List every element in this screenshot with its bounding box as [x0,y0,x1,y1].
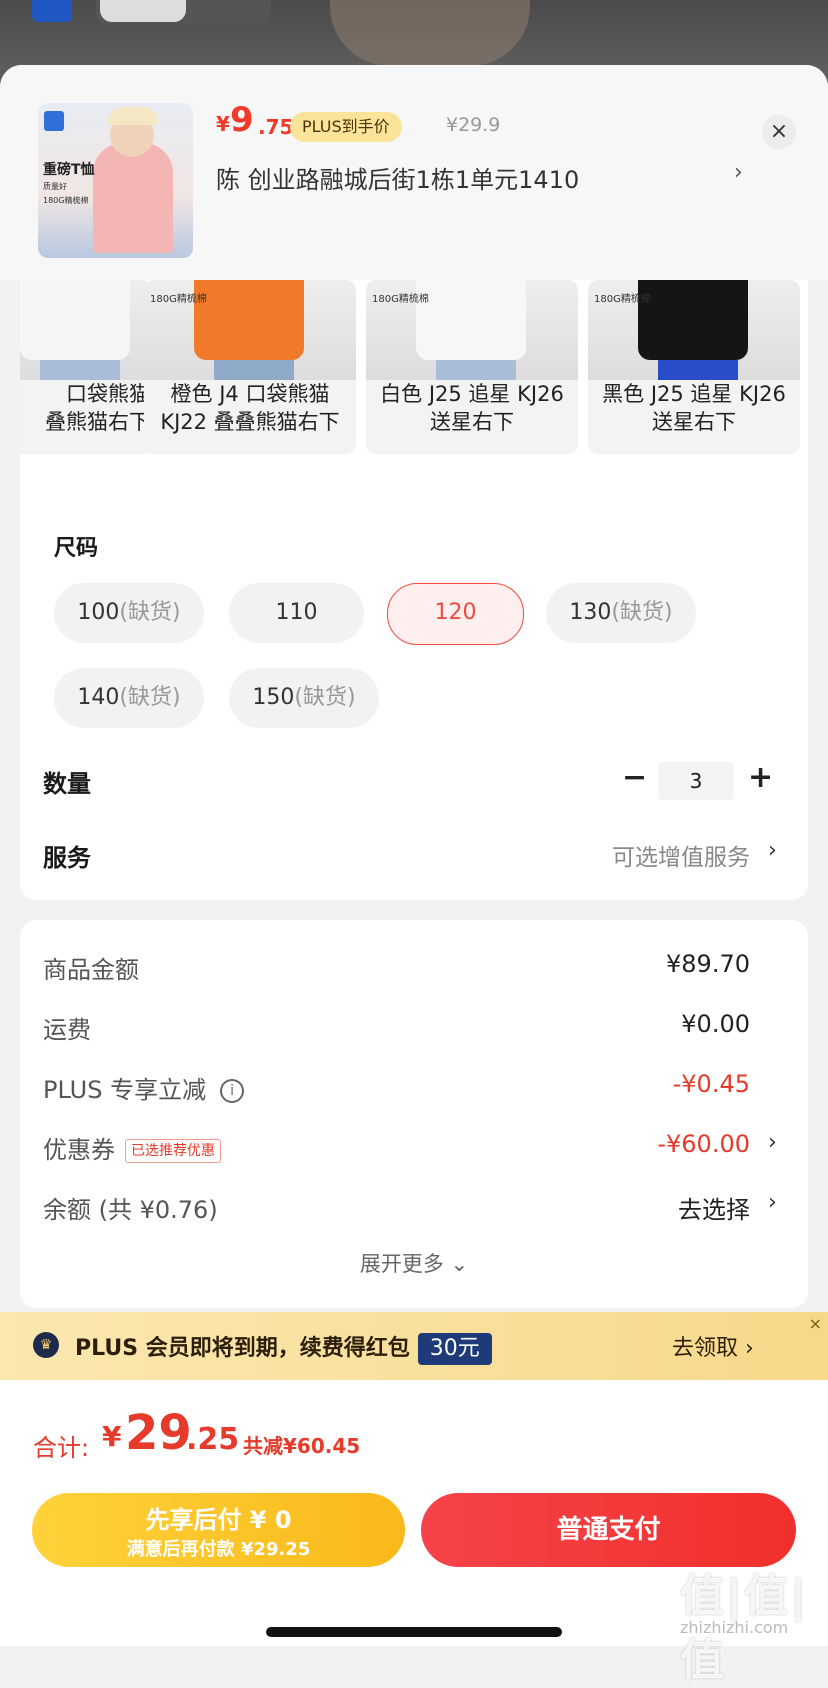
gallery-image [330,0,530,66]
shirt-swatch [194,280,304,360]
close-button[interactable]: × [762,115,796,149]
watermark-url: zhizhizhi.com [680,1618,789,1637]
service-value[interactable]: 可选增值服务 [612,838,750,872]
crown-icon: ♛ [33,1332,59,1358]
plus-price-tag: PLUS到手价 [290,112,402,142]
gallery-tabs [96,0,271,26]
color-label: 白色 J25 追星 KJ26 送星右下 [380,382,564,434]
product-thumbnail: 重磅T恤 质量好 180G精梳棉 [38,103,193,258]
balance-chevron-icon[interactable]: › [768,1190,777,1215]
total-currency: ¥ [102,1420,122,1453]
service-chevron-icon[interactable]: › [768,838,777,863]
quantity-plus-button[interactable]: + [748,760,773,795]
price-currency: ¥ [216,112,230,136]
shirt-swatch [638,280,748,360]
coupon-recommended-tag: 已选推荐优惠 [125,1139,221,1163]
address-chevron-icon[interactable]: › [734,160,743,185]
plus-renewal-banner[interactable]: ♛ PLUS 会员即将到期，续费得红包 30元 去领取 › × [0,1312,828,1380]
quantity-label: 数量 [43,770,91,798]
normal-pay-button[interactable]: 普通支付 [421,1493,796,1567]
color-spec: 180G精梳棉 [372,294,429,305]
tab-gallery[interactable] [100,0,186,22]
pants-swatch [436,360,516,380]
color-option-2[interactable]: 180G精梳棉 白色 J25 追星 KJ26 送星右下 [366,280,578,454]
banner-reward-pill: 30元 [417,1333,492,1365]
coupon-value[interactable]: -¥60.00 [657,1130,750,1158]
quantity-input[interactable]: 3 [658,762,734,800]
size-option-130[interactable]: 130(缺货) [546,583,696,643]
shirt-swatch [20,280,130,360]
color-spec: 180G精梳棉 [150,294,207,305]
color-spec: 180G精梳棉 [594,294,651,305]
color-option-0[interactable]: 口袋熊猫 叠熊猫右下 [20,280,152,454]
color-label: 橙色 J4 口袋熊猫 KJ22 叠叠熊猫右下 [160,382,340,434]
expand-more-link[interactable]: 展开更多 ⌄ [0,1248,828,1278]
price-decimal: .75 [258,115,294,139]
thumb-line2: 180G精梳棉 [43,196,89,205]
banner-close-icon[interactable]: × [809,1314,822,1333]
total-label: 合计: [33,1434,90,1462]
delivery-address[interactable]: 陈 创业路融城后街1栋1单元1410 [216,160,579,195]
balance-label: 余额 (共 ¥0.76) [43,1196,218,1224]
thumb-title: 重磅T恤 [43,162,95,178]
color-label: 黑色 J25 追星 KJ26 送星右下 [602,382,786,434]
shirt-swatch [416,280,526,360]
thumb-line1: 质量好 [43,182,67,191]
size-option-120[interactable]: 120 [387,583,524,645]
size-option-140[interactable]: 140(缺货) [54,668,204,728]
original-price: ¥29.9 [446,114,501,136]
goods-amount-label: 商品金额 [43,956,139,984]
total-decimal: .25 [186,1422,240,1457]
pay-later-subtitle: 满意后再付款 ¥29.25 [126,1539,311,1560]
service-label: 服务 [43,844,91,872]
pants-swatch [214,360,294,380]
banner-claim-link[interactable]: 去领取 › [672,1330,754,1362]
back-button[interactable] [32,0,72,22]
total-savings: 共减¥60.45 [243,1434,361,1458]
shipping-value: ¥0.00 [681,1010,750,1038]
plus-discount-label: PLUS 专享立减 i [43,1070,245,1105]
thumb-tshirt [93,143,173,253]
balance-select[interactable]: 去选择 [678,1190,750,1225]
price-integer: 9 [230,100,254,140]
coupon-chevron-icon[interactable]: › [768,1130,777,1155]
goods-amount-value: ¥89.70 [666,950,750,978]
color-option-3[interactable]: 180G精梳棉 黑色 J25 追星 KJ26 送星右下 [588,280,800,454]
color-label: 口袋熊猫 叠熊猫右下 [45,382,150,434]
plus-discount-value: -¥0.45 [672,1070,750,1098]
info-icon[interactable]: i [220,1079,245,1103]
size-option-110[interactable]: 110 [229,583,364,643]
coupon-label: 优惠券 已选推荐优惠 [43,1130,221,1165]
pay-later-button[interactable]: 先享后付 ¥ 0 满意后再付款 ¥29.25 [32,1493,405,1567]
thumb-cap [108,107,158,125]
size-title: 尺码 [54,536,99,561]
quantity-minus-button[interactable]: − [622,760,647,795]
size-option-150[interactable]: 150(缺货) [229,668,379,728]
total-integer: 29 [125,1405,192,1461]
color-options: 口袋熊猫 叠熊猫右下 180G精梳棉 橙色 J4 口袋熊猫 KJ22 叠叠熊猫右下 … [20,280,808,456]
size-option-100[interactable]: 100(缺货) [54,583,204,643]
brand-logo [44,111,64,131]
pants-swatch [40,360,120,380]
color-option-1[interactable]: 180G精梳棉 橙色 J4 口袋熊猫 KJ22 叠叠熊猫右下 [144,280,356,454]
pants-swatch [658,360,738,380]
banner-text: PLUS 会员即将到期，续费得红包 30元 [75,1330,492,1365]
shipping-label: 运费 [43,1016,91,1044]
home-indicator [266,1627,562,1637]
pay-later-title: 先享后付 ¥ 0 [145,1506,292,1534]
